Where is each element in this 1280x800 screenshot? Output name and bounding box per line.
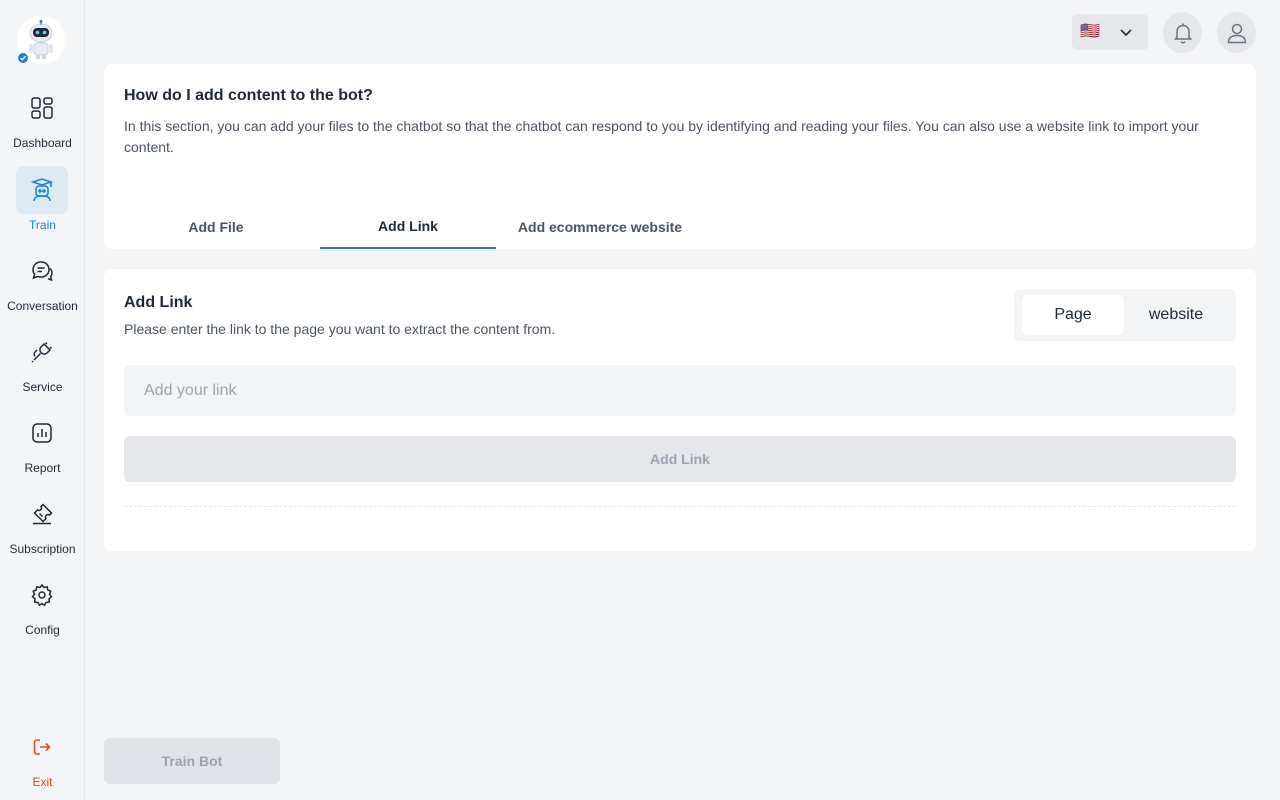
train-bot-button[interactable]: Train Bot xyxy=(104,738,280,784)
sidebar-item-label: Exit xyxy=(32,775,53,789)
link-type-toggle: Page website xyxy=(1014,289,1236,341)
plug-icon xyxy=(16,328,68,376)
sidebar-item-report[interactable]: Report xyxy=(0,409,85,481)
sidebar-item-exit[interactable]: Exit xyxy=(0,723,85,795)
logout-icon xyxy=(16,723,68,771)
gear-icon xyxy=(16,571,68,619)
add-link-card: Add Link Please enter the link to the pa… xyxy=(104,269,1256,551)
tab-add-link[interactable]: Add Link xyxy=(320,204,496,249)
bot-logo[interactable] xyxy=(17,16,65,64)
train-icon xyxy=(16,166,68,214)
sidebar-item-service[interactable]: Service xyxy=(0,328,85,400)
notifications-button[interactable] xyxy=(1163,12,1202,53)
tab-add-file[interactable]: Add File xyxy=(124,204,308,249)
sidebar-item-label: Report xyxy=(24,461,61,475)
sidebar-item-config[interactable]: Config xyxy=(0,571,85,643)
toggle-option-website[interactable]: website xyxy=(1125,295,1227,335)
conversation-icon xyxy=(16,247,68,295)
report-icon xyxy=(16,409,68,457)
sidebar-item-subscription[interactable]: Subscription xyxy=(0,490,85,562)
link-input[interactable] xyxy=(124,365,1236,416)
sidebar: Dashboard Train Conversation Service Rep… xyxy=(0,0,85,800)
tab-label: Add ecommerce website xyxy=(517,218,683,235)
sidebar-item-label: Subscription xyxy=(9,542,76,556)
section-description: Please enter the link to the page you wa… xyxy=(124,321,556,337)
dashboard-icon xyxy=(16,84,68,132)
add-link-button[interactable]: Add Link xyxy=(124,436,1236,482)
language-select[interactable]: 🇺🇸 xyxy=(1072,14,1148,50)
divider xyxy=(124,506,1236,507)
sidebar-item-label: Config xyxy=(25,623,60,637)
sidebar-item-label: Conversation xyxy=(7,299,78,313)
page-title: How do I add content to the bot? xyxy=(124,87,373,104)
sidebar-item-conversation[interactable]: Conversation xyxy=(0,247,85,319)
tab-add-ecommerce-website[interactable]: Add ecommerce website xyxy=(508,204,692,249)
sidebar-item-label: Service xyxy=(22,380,63,394)
page-description: In this section, you can add your files … xyxy=(124,118,1199,155)
user-icon xyxy=(1227,23,1246,43)
section-title: Add Link xyxy=(124,294,193,311)
toggle-option-page[interactable]: Page xyxy=(1022,295,1124,335)
verified-badge-icon xyxy=(17,52,29,64)
tab-label: Add File xyxy=(188,218,244,235)
sidebar-item-label: Dashboard xyxy=(13,136,72,150)
sidebar-item-train[interactable]: Train xyxy=(0,166,85,238)
us-flag-icon: 🇺🇸 xyxy=(1080,23,1100,40)
info-card: How do I add content to the bot? In this… xyxy=(104,64,1256,249)
bell-icon xyxy=(1173,23,1192,44)
user-profile-button[interactable] xyxy=(1217,12,1256,53)
tab-label: Add Link xyxy=(378,217,438,234)
sidebar-item-dashboard[interactable]: Dashboard xyxy=(0,84,85,156)
sidebar-item-label: Train xyxy=(29,218,56,232)
chevron-down-icon xyxy=(1120,29,1132,37)
robot-avatar-icon xyxy=(29,20,53,59)
ticket-icon xyxy=(16,490,68,538)
